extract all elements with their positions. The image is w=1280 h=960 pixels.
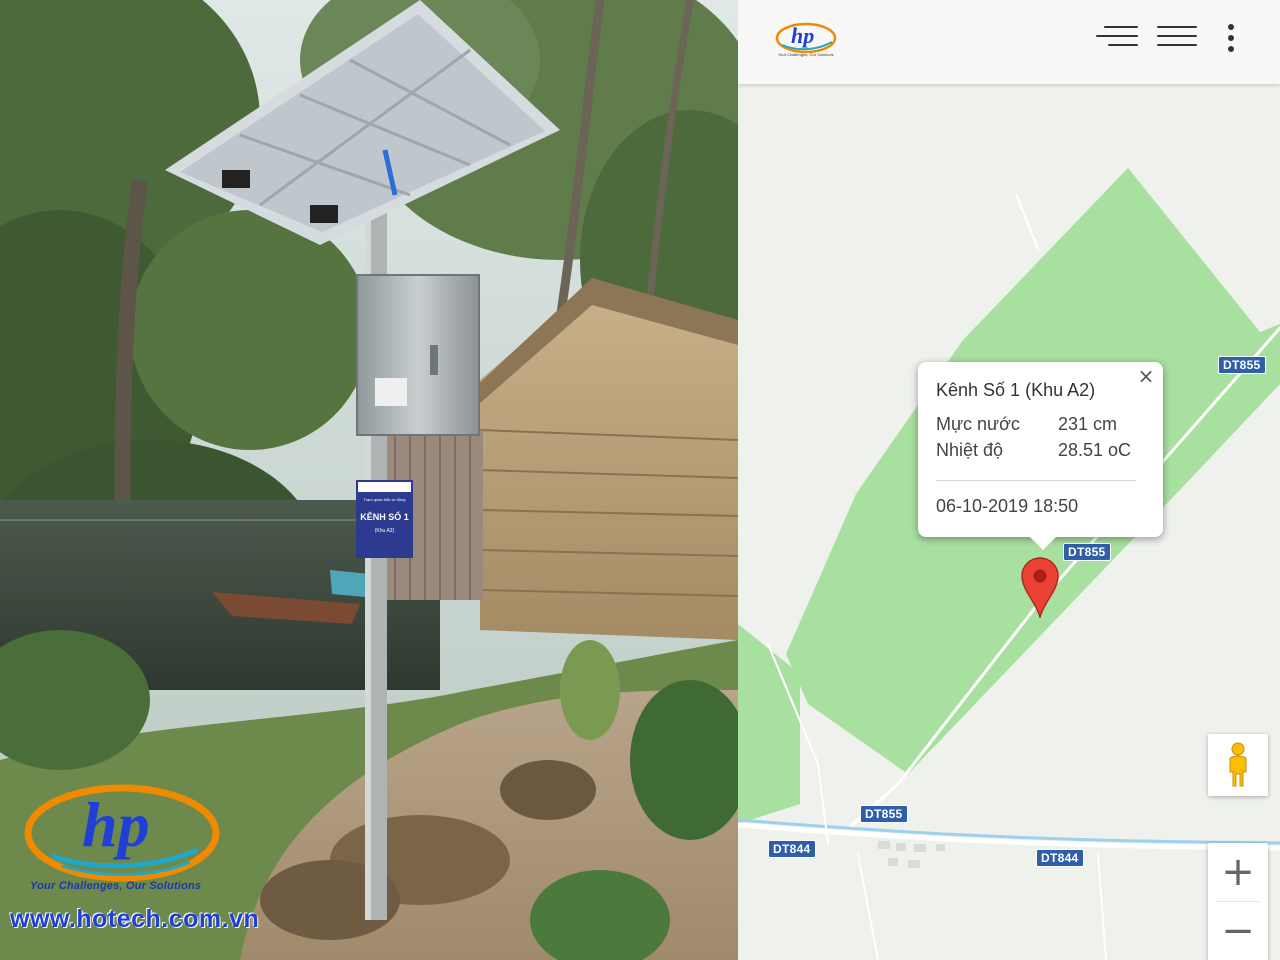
- monitoring-app: hp Your Challenges, Our Solutions DT855 …: [738, 0, 1280, 960]
- watermark-tagline: Your Challenges, Our Solutions: [30, 880, 202, 892]
- road-label: DT855: [1218, 356, 1266, 374]
- sign-line1: Trạm quan trắc tự động: [363, 497, 406, 502]
- app-logo-text: hp: [791, 23, 814, 48]
- enclosure-box: [356, 274, 480, 436]
- info-window-title: Kênh Số 1 (Khu A2): [936, 380, 1096, 400]
- measurement-timestamp: 06-10-2019 18:50: [936, 496, 1079, 516]
- marker-info-window: Kênh Số 1 (Khu A2) × Mực nước 231 cm Nhi…: [918, 362, 1163, 550]
- menu-icon[interactable]: [1157, 22, 1197, 52]
- info-window-divider: [936, 480, 1136, 481]
- close-icon[interactable]: ×: [1137, 366, 1155, 386]
- sign-subtitle: (Khu A2): [374, 528, 395, 534]
- street-view-pegman-icon: [1229, 742, 1247, 787]
- road-label: DT855: [1063, 543, 1111, 561]
- zoom-in-button[interactable]: +: [1208, 843, 1268, 901]
- zoom-out-button[interactable]: −: [1208, 902, 1268, 960]
- water-level-value: 231 cm: [1058, 414, 1118, 434]
- station-photo: Trạm quan trắc tự động KÊNH SỐ 1 (Khu A2…: [0, 0, 738, 960]
- road-label: DT844: [768, 840, 816, 858]
- app-logo-tagline: Your Challenges, Our Solutions: [778, 52, 834, 57]
- temperature-label: Nhiệt độ: [936, 440, 1004, 460]
- map-pin-icon[interactable]: [1020, 556, 1060, 618]
- road-label: DT844: [1036, 849, 1084, 867]
- sign-title: KÊNH SỐ 1: [360, 512, 409, 522]
- more-vert-icon[interactable]: [1226, 22, 1236, 54]
- street-view-button[interactable]: [1208, 734, 1268, 796]
- temperature-value: 28.51 oC: [1058, 440, 1132, 460]
- water-level-label: Mực nước: [936, 414, 1020, 434]
- watermark-url: www.hotech.com.vn: [10, 905, 260, 933]
- road-label: DT855: [860, 805, 908, 823]
- zoom-controls: + −: [1208, 843, 1268, 960]
- hp-logo-text: hp: [82, 789, 150, 860]
- app-header: hp Your Challenges, Our Solutions: [738, 0, 1280, 84]
- menu-right-aligned-icon[interactable]: [1096, 22, 1138, 52]
